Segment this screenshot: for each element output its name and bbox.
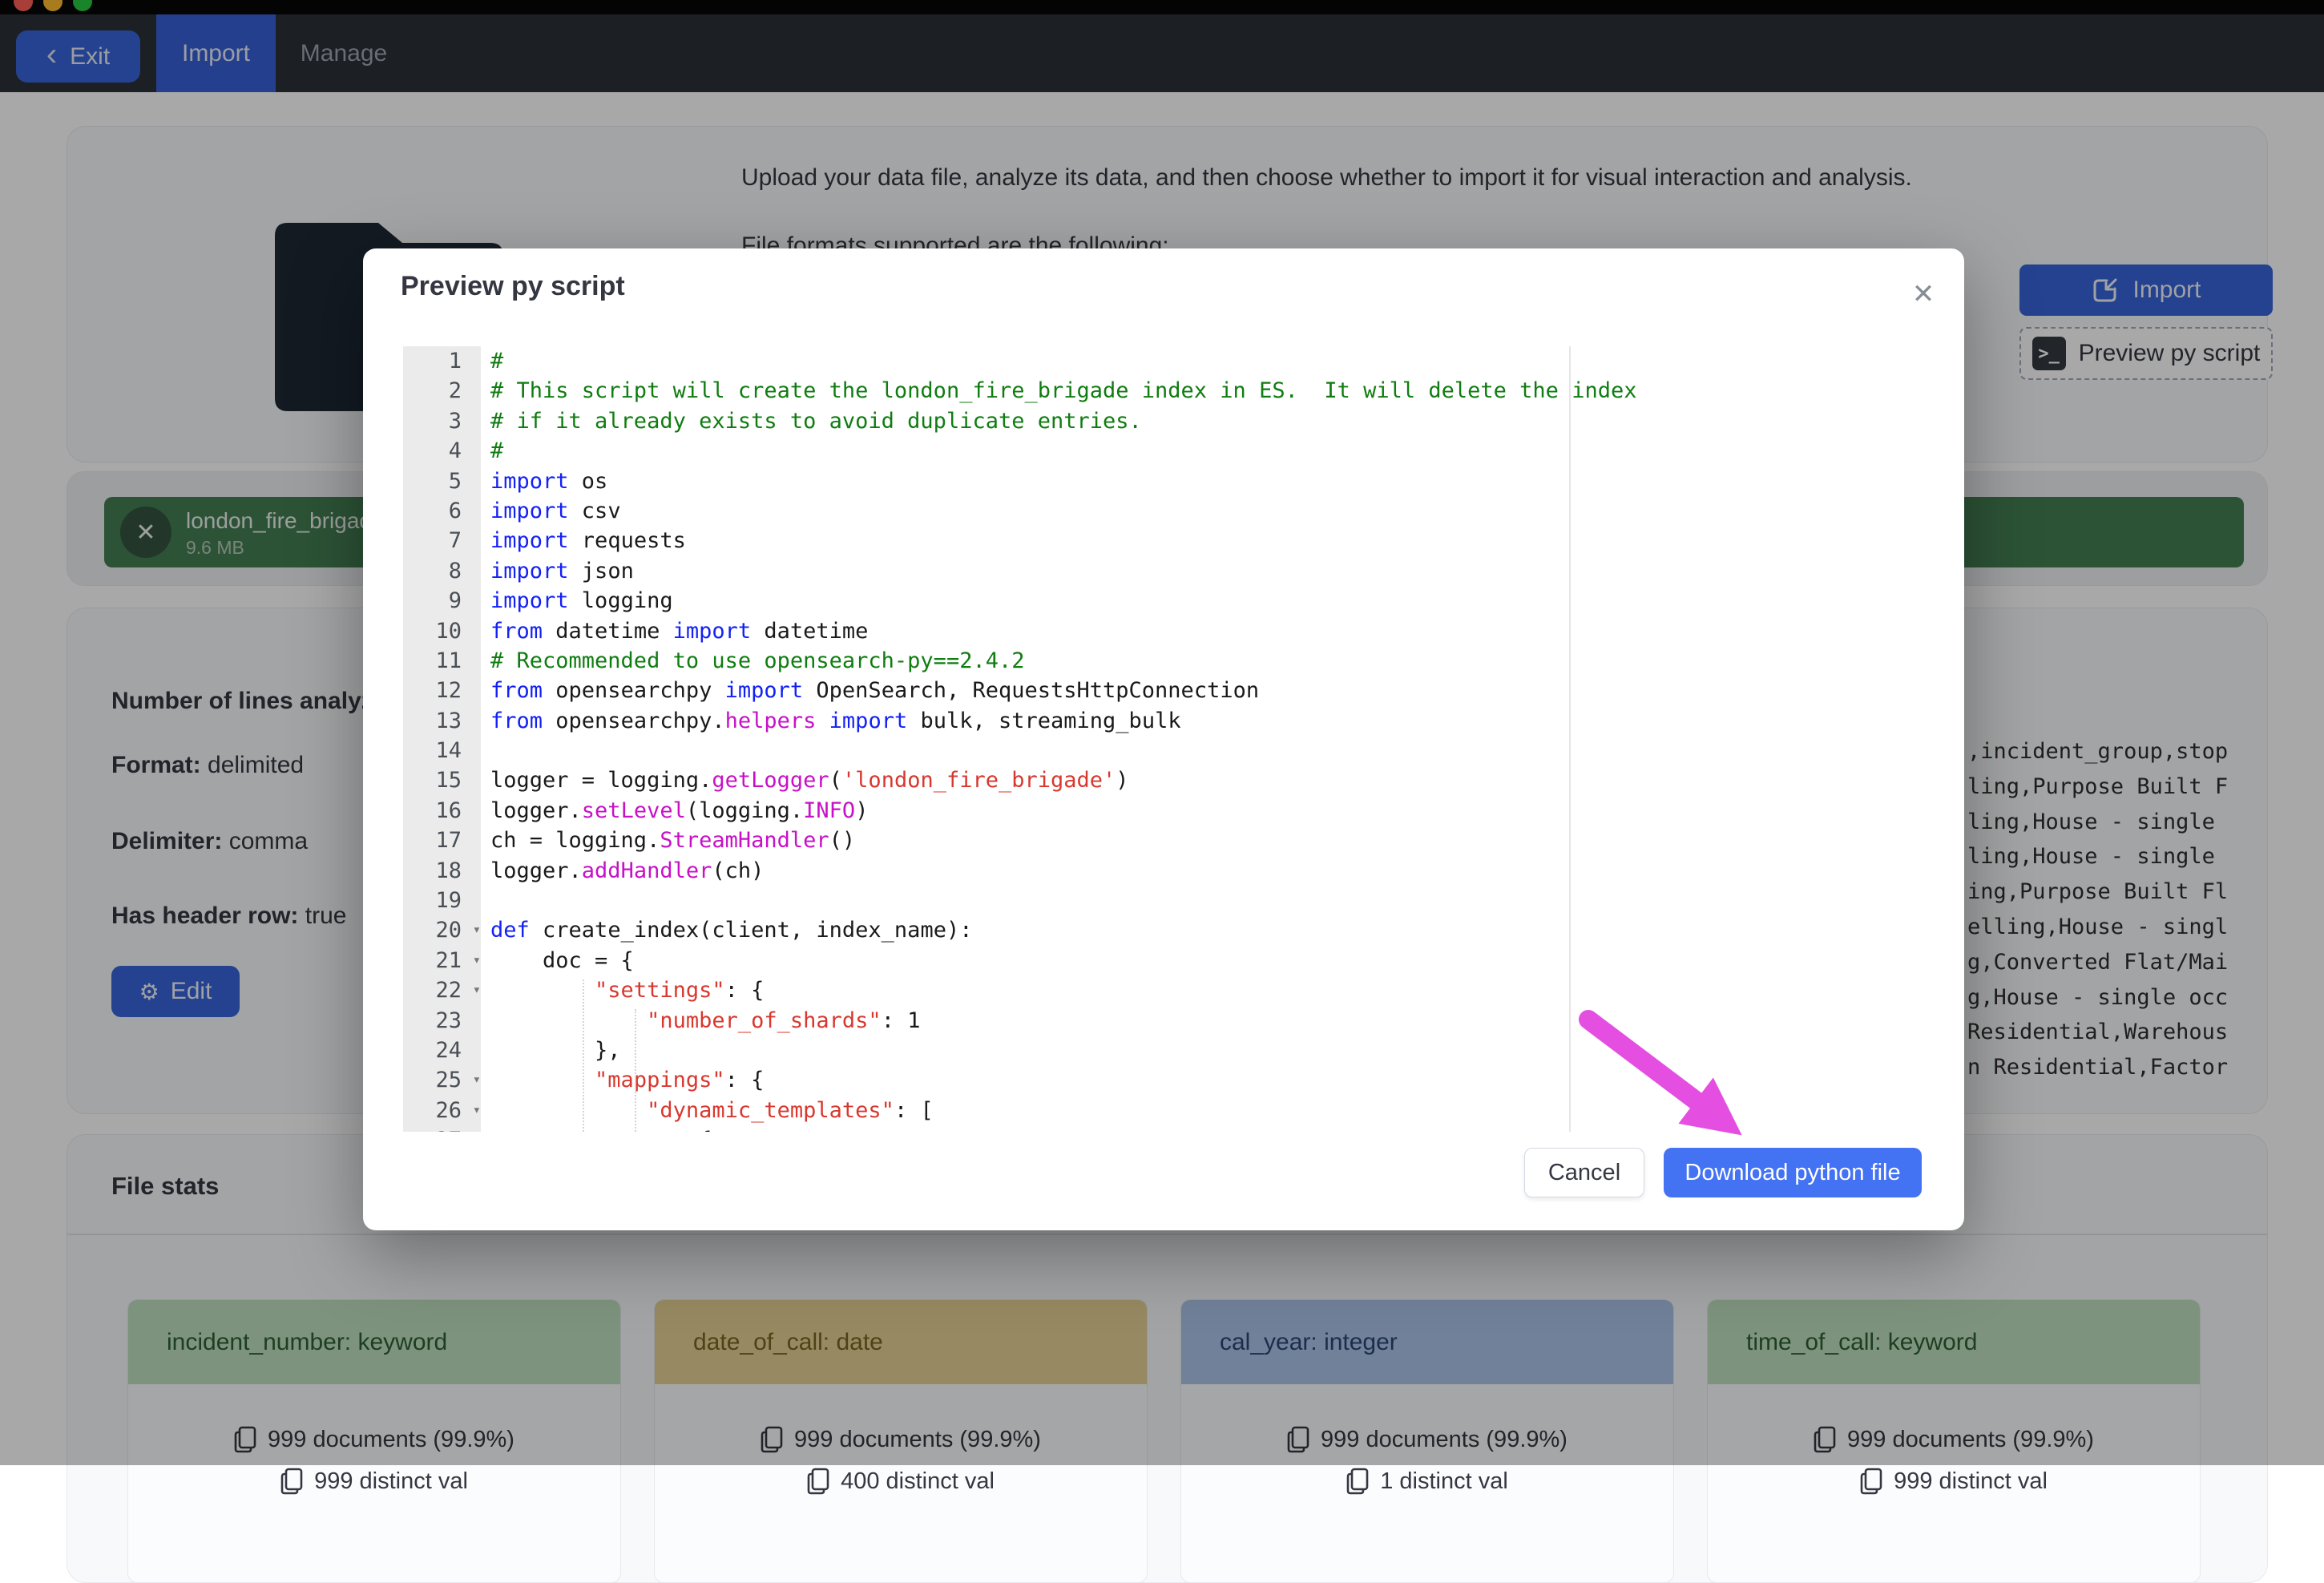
code-line: logger.addHandler(ch) [490, 856, 1931, 886]
code-line: # [490, 346, 1931, 376]
line-number: 9 [403, 586, 481, 616]
modal-title: Preview py script [401, 271, 625, 302]
fold-caret-icon[interactable]: ▾ [473, 1065, 481, 1095]
code-line: from opensearchpy.helpers import bulk, s… [490, 706, 1931, 736]
code-line: ch = logging.StreamHandler() [490, 826, 1931, 855]
line-number: 25▾ [403, 1065, 481, 1095]
line-number: 19 [403, 886, 481, 915]
code-line: logger.setLevel(logging.INFO) [490, 796, 1931, 826]
line-number: 21▾ [403, 946, 481, 975]
line-number: 27 [403, 1125, 481, 1132]
line-number: 18 [403, 856, 481, 886]
stat-distinct-row: 400 distinct val [655, 1468, 1147, 1495]
indent-guide [583, 979, 584, 1132]
documents-icon [1346, 1468, 1369, 1495]
code-line: from opensearchpy import OpenSearch, Req… [490, 676, 1931, 705]
stat-distinct-row: 1 distinct val [1181, 1468, 1673, 1495]
line-number: 20▾ [403, 915, 481, 945]
code-line [490, 736, 1931, 765]
code-line: import requests [490, 526, 1931, 555]
code-line: # [490, 436, 1931, 466]
line-number: 8 [403, 556, 481, 586]
code-line: import json [490, 556, 1931, 586]
line-number: 22▾ [403, 975, 481, 1005]
line-number: 15 [403, 765, 481, 795]
code-line: import csv [490, 496, 1931, 526]
line-number: 7 [403, 526, 481, 555]
line-number: 2 [403, 376, 481, 406]
line-number: 11 [403, 646, 481, 676]
fold-caret-icon[interactable]: ▾ [473, 975, 481, 1005]
line-number: 16 [403, 796, 481, 826]
code-line: # if it already exists to avoid duplicat… [490, 406, 1931, 436]
code-line [490, 886, 1931, 915]
line-number: 1 [403, 346, 481, 376]
code-line: doc = { [490, 946, 1931, 975]
line-number: 17 [403, 826, 481, 855]
fold-caret-icon[interactable]: ▾ [473, 915, 481, 945]
line-number: 5 [403, 466, 481, 496]
editor-gutter: 1234567891011121314151617181920▾21▾22▾23… [403, 346, 481, 1132]
code-line: def create_index(client, index_name): [490, 915, 1931, 945]
line-number: 26▾ [403, 1096, 481, 1125]
code-line: import os [490, 466, 1931, 496]
stat-distinct-row: 999 distinct val [128, 1468, 620, 1495]
line-number: 13 [403, 706, 481, 736]
documents-icon [807, 1468, 829, 1495]
documents-icon [1860, 1468, 1882, 1495]
documents-icon [280, 1468, 303, 1495]
annotation-arrow-icon [1567, 998, 1791, 1174]
line-number: 3 [403, 406, 481, 436]
close-icon[interactable]: ✕ [1902, 273, 1945, 316]
line-number: 24 [403, 1036, 481, 1065]
code-line: # This script will create the london_fir… [490, 376, 1931, 406]
code-line: from datetime import datetime [490, 616, 1931, 646]
line-number: 6 [403, 496, 481, 526]
code-line: # Recommended to use opensearch-py==2.4.… [490, 646, 1931, 676]
line-number: 23 [403, 1006, 481, 1036]
code-line: logger = logging.getLogger('london_fire_… [490, 765, 1931, 795]
fold-caret-icon[interactable]: ▾ [473, 1096, 481, 1125]
fold-caret-icon[interactable]: ▾ [473, 946, 481, 975]
line-number: 14 [403, 736, 481, 765]
line-number: 10 [403, 616, 481, 646]
code-line: import logging [490, 586, 1931, 616]
indent-guide [635, 1009, 636, 1132]
line-number: 4 [403, 436, 481, 466]
line-number: 12 [403, 676, 481, 705]
stat-distinct-row: 999 distinct val [1708, 1468, 2200, 1495]
